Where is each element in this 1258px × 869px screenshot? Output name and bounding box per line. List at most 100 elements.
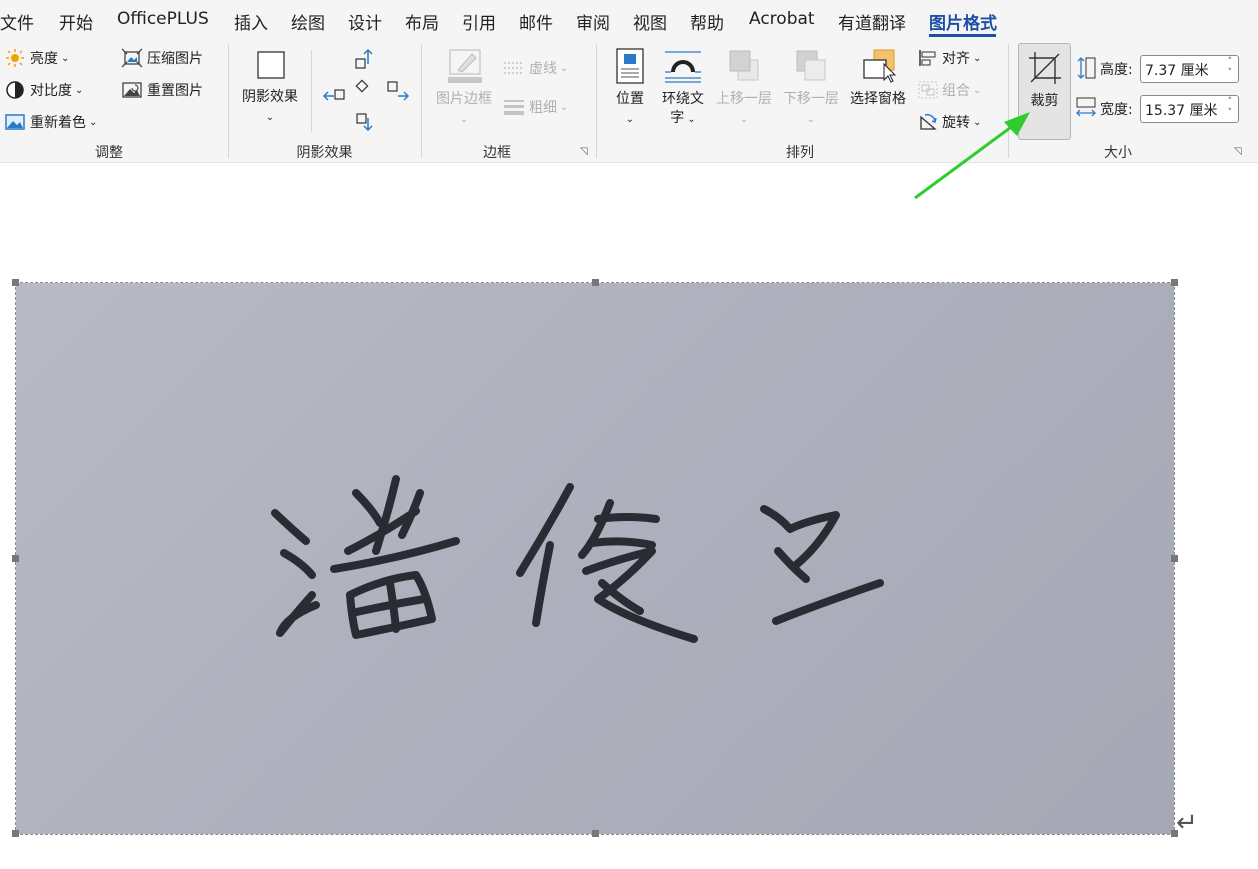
send-backward-icon <box>796 50 826 81</box>
bring-forward-label: 上移一层 <box>716 91 772 107</box>
width-icon <box>1076 97 1096 117</box>
tab-file[interactable]: 文件 <box>0 9 34 34</box>
spin-arrows-icon[interactable]: ˄ ˅ <box>1228 97 1233 119</box>
height-label: 高度: <box>1100 62 1133 78</box>
chevron-down-icon: ⌄ <box>75 84 84 96</box>
brightness-label: 亮度 <box>30 51 58 67</box>
divider <box>311 50 312 132</box>
resize-handle-top-right[interactable] <box>1171 279 1178 286</box>
tab-design[interactable]: 设计 <box>348 9 382 34</box>
compress-label: 压缩图片 <box>147 51 203 67</box>
chevron-down-icon: ⌄ <box>625 114 635 125</box>
tab-officeplus[interactable]: OfficePLUS <box>117 9 209 29</box>
chevron-down-icon: ⌄ <box>560 101 569 113</box>
wrap-text-icon <box>665 51 701 83</box>
width-label: 宽度: <box>1100 102 1133 118</box>
tab-references[interactable]: 引用 <box>462 9 496 34</box>
ribbon: 亮度 ⌄ 对比度 ⌄ 重新着色 ⌄ 压缩图片 重置图片 调整 阴影效果 ⌄ 阴影… <box>0 40 1258 163</box>
group-separator <box>421 44 422 158</box>
align-icon <box>919 50 936 66</box>
resize-handle-top[interactable] <box>592 279 599 286</box>
tab-layout[interactable]: 布局 <box>405 9 439 34</box>
border-dialog-launcher-icon[interactable]: ◹ <box>580 147 590 157</box>
weight-label: 粗细 <box>529 100 557 116</box>
selection-pane-label: 选择窗格 <box>850 91 906 107</box>
shadow-effect-button[interactable]: 阴影效果 ⌄ <box>236 50 304 127</box>
active-tab-indicator <box>929 34 996 37</box>
signature-image[interactable] <box>12 279 1178 837</box>
weight-button[interactable]: 粗细 ⌄ <box>503 97 568 117</box>
resize-handle-right[interactable] <box>1171 555 1178 562</box>
shadow-effect-label: 阴影效果 <box>242 89 298 105</box>
green-arrow-annotation <box>914 112 1030 200</box>
chevron-down-icon: ⌄ <box>973 52 982 64</box>
height-input[interactable]: 7.37 厘米 ˄ ˅ <box>1140 55 1239 83</box>
height-icon <box>1077 57 1096 79</box>
brightness-icon <box>6 49 24 67</box>
contrast-icon <box>6 81 24 99</box>
chevron-down-icon: ⌄ <box>973 84 982 96</box>
spin-arrows-icon[interactable]: ˄ ˅ <box>1228 57 1233 79</box>
chevron-down-icon: ⌄ <box>806 114 816 125</box>
resize-handle-bottom[interactable] <box>592 830 599 837</box>
chevron-down-icon: ⌄ <box>739 114 749 125</box>
shadow-nudge-icons <box>322 48 410 132</box>
paragraph-mark-icon: ↵ <box>1176 808 1198 838</box>
tab-help[interactable]: 帮助 <box>690 9 724 34</box>
tab-draw[interactable]: 绘图 <box>291 9 325 34</box>
width-input[interactable]: 15.37 厘米 ˄ ˅ <box>1140 95 1239 123</box>
recolor-icon <box>5 114 25 130</box>
group-separator <box>596 44 597 158</box>
tab-picture-format[interactable]: 图片格式 <box>929 9 997 34</box>
tab-review[interactable]: 审阅 <box>576 9 610 34</box>
send-backward-label: 下移一层 <box>783 91 839 107</box>
compress-pictures-button[interactable]: 压缩图片 <box>121 48 203 68</box>
group-objects-button[interactable]: 组合 ⌄ <box>917 80 981 100</box>
group-objects-icon <box>918 81 938 99</box>
handwritten-signature <box>271 475 884 643</box>
bring-forward-icon <box>729 50 759 81</box>
group-label-adjust: 调整 <box>95 145 123 161</box>
tab-insert[interactable]: 插入 <box>234 9 268 34</box>
group-objects-label: 组合 <box>942 83 970 99</box>
reset-picture-button[interactable]: 重置图片 <box>121 80 203 100</box>
position-button[interactable]: 位置 ⌄ <box>608 48 652 129</box>
reset-picture-icon <box>122 82 142 98</box>
chevron-down-icon: ⌄ <box>61 52 70 64</box>
recolor-label: 重新着色 <box>30 115 86 131</box>
recolor-button[interactable]: 重新着色 ⌄ <box>4 112 97 132</box>
resize-handle-left[interactable] <box>12 555 19 562</box>
chevron-down-icon: ⌄ <box>560 62 569 74</box>
align-button[interactable]: 对齐 ⌄ <box>917 48 981 68</box>
selection-pane-icon <box>863 49 897 83</box>
send-backward-button[interactable]: 下移一层 ⌄ <box>779 48 843 129</box>
dashes-button[interactable]: 虚线 ⌄ <box>503 58 568 78</box>
line-weight-icon <box>504 100 524 115</box>
tab-mailings[interactable]: 邮件 <box>519 9 553 34</box>
picture-border-button[interactable]: 图片边框 ⌄ <box>430 48 498 129</box>
tab-youdao[interactable]: 有道翻译 <box>838 9 906 34</box>
resize-handle-top-left[interactable] <box>12 279 19 286</box>
resize-handle-bottom-left[interactable] <box>12 830 19 837</box>
chevron-down-icon: ⌄ <box>687 114 696 125</box>
reset-picture-label: 重置图片 <box>147 83 203 99</box>
contrast-button[interactable]: 对比度 ⌄ <box>4 80 83 100</box>
crop-icon <box>1029 52 1061 84</box>
wrap-text-button[interactable]: 环绕文 字 ⌄ <box>656 48 710 129</box>
wrap-text-label-line2: 字 <box>670 110 685 126</box>
brightness-button[interactable]: 亮度 ⌄ <box>4 48 69 68</box>
align-label: 对齐 <box>942 51 970 67</box>
tab-acrobat[interactable]: Acrobat <box>749 9 815 29</box>
dashes-label: 虚线 <box>529 61 557 77</box>
compress-icon <box>121 48 143 68</box>
position-icon <box>616 48 644 84</box>
wrap-text-label-line1: 环绕文 <box>662 91 704 107</box>
size-dialog-launcher-icon[interactable]: ◹ <box>1234 147 1244 157</box>
bring-forward-button[interactable]: 上移一层 ⌄ <box>712 48 776 129</box>
chevron-down-icon: ⌄ <box>459 114 469 125</box>
tab-view[interactable]: 视图 <box>633 9 667 34</box>
group-label-border: 边框 <box>483 145 511 161</box>
tab-home[interactable]: 开始 <box>59 9 93 34</box>
group-separator <box>228 44 229 158</box>
contrast-label: 对比度 <box>30 83 72 99</box>
